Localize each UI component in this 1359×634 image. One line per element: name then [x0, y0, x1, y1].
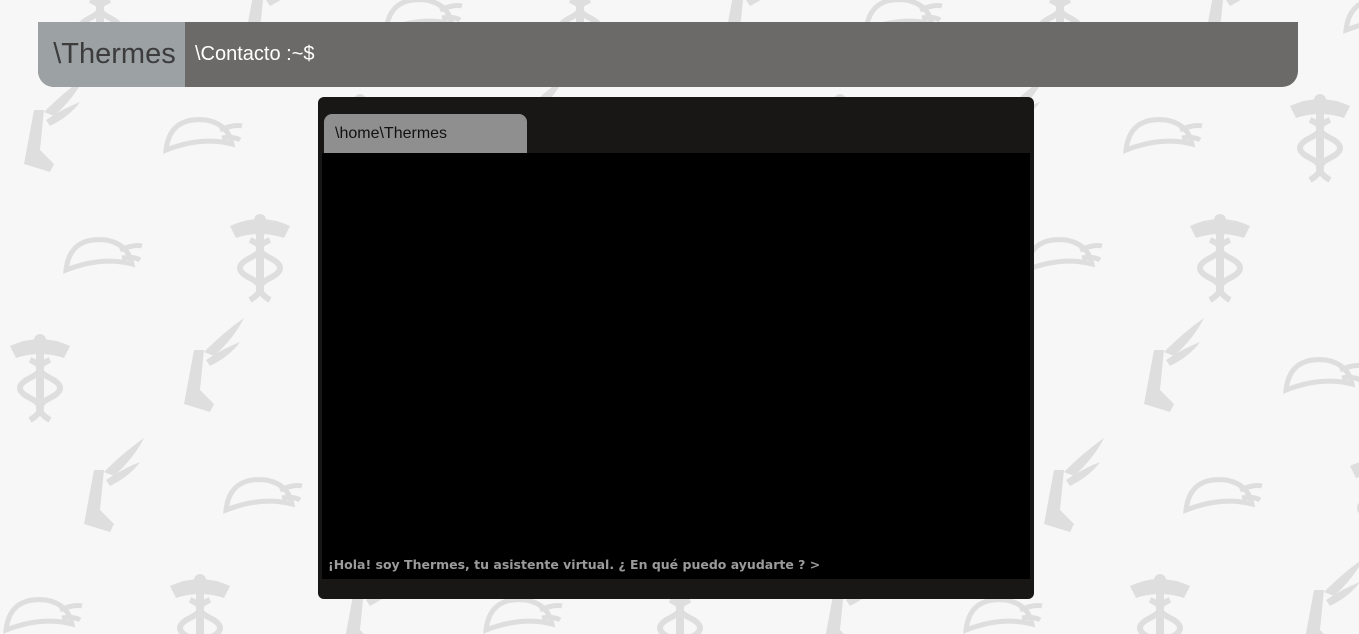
terminal-prompt: ¡Hola! soy Thermes, tu asistente virtual…	[328, 557, 945, 573]
winged-sandal-icon	[1144, 318, 1204, 412]
caduceus-icon	[1130, 574, 1190, 634]
caduceus-icon	[10, 334, 70, 420]
winged-sandal-icon	[84, 438, 144, 532]
terminal-tab[interactable]: \home\Thermes	[324, 114, 527, 153]
winged-helmet-icon	[1026, 240, 1102, 270]
winged-sandal-icon	[24, 78, 84, 172]
terminal-window: \home\Thermes ¡Hola! soy Thermes, tu asi…	[318, 97, 1034, 599]
caduceus-icon	[1290, 94, 1350, 180]
header-bar: \Thermes \Contacto :~$	[38, 22, 1298, 87]
caduceus-icon	[1350, 454, 1359, 540]
winged-sandal-icon	[184, 318, 244, 412]
winged-helmet-icon	[6, 600, 82, 630]
caduceus-icon	[170, 574, 230, 634]
winged-helmet-icon	[166, 120, 242, 150]
page-path-title: \Contacto :~$	[195, 43, 315, 65]
winged-sandal-icon	[1304, 558, 1359, 634]
brand-logo[interactable]: \Thermes	[38, 22, 185, 87]
winged-sandal-icon	[1044, 438, 1104, 532]
greeting-text: ¡Hola! soy Thermes, tu asistente virtual…	[328, 556, 821, 572]
terminal-screen[interactable]: ¡Hola! soy Thermes, tu asistente virtual…	[322, 153, 1030, 579]
chat-input[interactable]	[825, 558, 945, 572]
caduceus-icon	[1190, 214, 1250, 300]
winged-helmet-icon	[1126, 120, 1202, 150]
winged-helmet-icon	[966, 600, 1042, 630]
winged-helmet-icon	[1346, 0, 1359, 30]
winged-helmet-icon	[1186, 480, 1262, 510]
winged-helmet-icon	[1286, 360, 1359, 390]
winged-helmet-icon	[486, 600, 562, 630]
winged-helmet-icon	[226, 480, 302, 510]
winged-helmet-icon	[66, 240, 142, 270]
caduceus-icon	[230, 214, 290, 300]
